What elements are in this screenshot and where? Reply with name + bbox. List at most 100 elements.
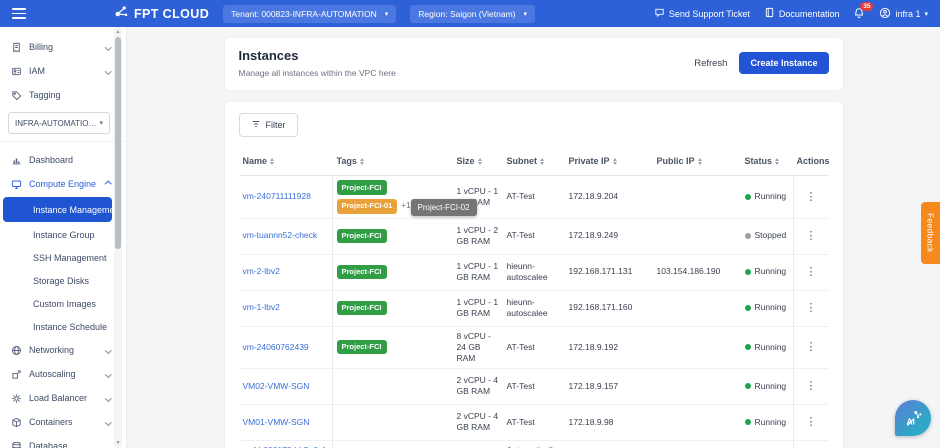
sidebar-item-autoscaling[interactable]: Autoscaling bbox=[0, 362, 126, 386]
feedback-tab[interactable]: Feedback bbox=[921, 202, 940, 264]
row-actions-menu[interactable]: ⋮ bbox=[793, 255, 829, 290]
table-row: vm-2-lbv2 Project-FCI 1 vCPU - 1 GB RAM … bbox=[239, 255, 829, 291]
sidebar-item-tagging[interactable]: Tagging bbox=[0, 83, 126, 107]
subitem-label: Instance Schedule bbox=[33, 322, 107, 332]
column-header-private-ip[interactable]: Private IP bbox=[565, 147, 653, 175]
scroll-up-arrow-icon[interactable]: ▲ bbox=[114, 28, 122, 36]
private-ip-cell: 172.18.9.98 bbox=[565, 413, 653, 432]
sort-icon bbox=[360, 158, 364, 165]
row-actions-menu[interactable]: ⋮ bbox=[793, 405, 829, 440]
column-header-public-ip[interactable]: Public IP bbox=[653, 147, 741, 175]
sort-icon bbox=[613, 158, 617, 165]
tenant-label: Tenant: 000823-INFRA-AUTOMATION bbox=[231, 9, 377, 19]
status-dot bbox=[745, 233, 751, 239]
row-actions-menu[interactable]: ⋮ bbox=[793, 369, 829, 404]
sidebar-item-dashboard[interactable]: Dashboard bbox=[0, 148, 126, 172]
subitem-label: SSH Management bbox=[33, 253, 107, 263]
sidebar-item-label: Networking bbox=[29, 345, 74, 355]
sidebar-item-networking[interactable]: Networking bbox=[0, 338, 126, 362]
row-actions-menu[interactable]: ⋮ bbox=[793, 219, 829, 254]
public-ip-cell bbox=[653, 418, 741, 426]
page-subtitle: Manage all instances within the VPC here bbox=[239, 68, 396, 78]
status-dot bbox=[745, 269, 751, 275]
subnet-cell: hieunn-autoscalee bbox=[503, 257, 565, 287]
instance-name-link[interactable]: vm-1-lbv2 bbox=[239, 291, 333, 326]
user-menu[interactable]: infra 1 ▾ bbox=[879, 7, 928, 21]
column-header-subnet[interactable]: Subnet bbox=[503, 147, 565, 175]
row-actions-menu[interactable]: ⋮ bbox=[793, 291, 829, 326]
notification-count-badge: 35 bbox=[860, 2, 873, 11]
extra-tags-count[interactable]: +1 bbox=[401, 201, 410, 211]
tag-badge: Project-FCI-01 bbox=[337, 199, 398, 214]
public-ip-cell bbox=[653, 193, 741, 201]
sidebar-item-load-balancer[interactable]: Load Balancer bbox=[0, 386, 126, 410]
sidebar-item-label: Billing bbox=[29, 42, 53, 52]
send-support-ticket-link[interactable]: Send Support Ticket bbox=[654, 7, 750, 20]
row-actions-menu[interactable]: ⋮ bbox=[793, 441, 829, 448]
subnet-cell: AT-Test bbox=[503, 187, 565, 206]
sort-icon bbox=[698, 158, 702, 165]
sidebar-subitem-instance-group[interactable]: Instance Group bbox=[0, 223, 126, 246]
column-header-tags[interactable]: Tags bbox=[333, 147, 453, 175]
refresh-button[interactable]: Refresh bbox=[694, 58, 727, 69]
sidebar-item-billing[interactable]: Billing bbox=[0, 35, 126, 59]
ai-assistant-button[interactable]: AI bbox=[895, 400, 931, 436]
row-actions-menu[interactable]: ⋮ bbox=[793, 327, 829, 368]
box-icon bbox=[10, 416, 22, 428]
status-label: Stopped bbox=[755, 230, 787, 241]
tags-cell: Project-FCI bbox=[333, 297, 453, 320]
instance-name-link[interactable]: vm-tuannn52-check bbox=[239, 219, 333, 254]
row-actions-menu[interactable]: ⋮ bbox=[793, 176, 829, 218]
table-row: VM02-VMW-SGN 2 vCPU - 4 GB RAM AT-Test 1… bbox=[239, 369, 829, 405]
status-label: Running bbox=[755, 191, 787, 202]
column-header-status[interactable]: Status bbox=[741, 147, 793, 175]
size-cell: 2 vCPU - 4 GB RAM bbox=[453, 407, 503, 437]
chat-icon bbox=[654, 7, 665, 20]
sidebar-scrollbar[interactable]: ▲ ▼ bbox=[114, 27, 122, 448]
subnet-cell: Automatically created for WAF bbox=[503, 441, 565, 448]
status-label: Running bbox=[755, 266, 787, 277]
size-cell: 1 vCPU - 2 GB RAM bbox=[453, 221, 503, 251]
sidebar-subitem-custom-images[interactable]: Custom Images bbox=[0, 292, 126, 315]
vpc-selector-dropdown[interactable]: INFRA-AUTOMATION-VM... ▾ bbox=[8, 112, 110, 134]
filter-button[interactable]: Filter bbox=[239, 113, 298, 137]
chevron-down-icon: ▾ bbox=[523, 10, 527, 18]
sidebar-subitem-storage-disks[interactable]: Storage Disks bbox=[0, 269, 126, 292]
notifications-bell[interactable]: 35 bbox=[853, 7, 865, 21]
tags-cell: Project-FCI bbox=[333, 261, 453, 284]
subitem-label: Instance Management bbox=[33, 205, 122, 215]
instance-name-link[interactable]: VM02-VMW-SGN bbox=[239, 369, 333, 404]
column-header-size[interactable]: Size bbox=[453, 147, 503, 175]
table-row: vm-1-lbv2 Project-FCI 1 vCPU - 1 GB RAM … bbox=[239, 291, 829, 327]
instance-name-link[interactable]: waf-b688178d-b5e0-455d-9510-9fa6cf037822… bbox=[239, 441, 333, 448]
sidebar-subitem-instance-schedule[interactable]: Instance Schedule bbox=[0, 315, 126, 338]
instance-name-link[interactable]: vm-240711111928 bbox=[239, 176, 333, 218]
instance-name-link[interactable]: vm-24060762439 bbox=[239, 327, 333, 368]
status-label: Running bbox=[755, 381, 787, 392]
sidebar-subitem-instance-management[interactable]: Instance Management bbox=[3, 197, 112, 222]
subnet-cell: AT-Test bbox=[503, 338, 565, 357]
sidebar-subitem-ssh-management[interactable]: SSH Management bbox=[0, 246, 126, 269]
sidebar-item-iam[interactable]: IAM bbox=[0, 59, 126, 83]
sidebar-scrollbar-thumb[interactable] bbox=[115, 37, 121, 249]
tenant-selector[interactable]: Tenant: 000823-INFRA-AUTOMATION ▾ bbox=[223, 5, 396, 23]
menu-hamburger-icon[interactable] bbox=[12, 8, 26, 19]
size-cell: 1 vCPU - 1 GB RAM bbox=[453, 293, 503, 323]
sidebar-item-database[interactable]: Database bbox=[0, 434, 126, 448]
sidebar-item-compute-engine[interactable]: Compute Engine bbox=[0, 172, 126, 196]
documentation-link[interactable]: Documentation bbox=[764, 7, 840, 20]
column-header-name[interactable]: Name bbox=[239, 147, 333, 175]
status-dot bbox=[745, 383, 751, 389]
user-name: infra 1 bbox=[895, 9, 920, 19]
table-row: VM01-VMW-SGN 2 vCPU - 4 GB RAM AT-Test 1… bbox=[239, 405, 829, 441]
book-icon bbox=[764, 7, 775, 20]
sidebar-item-containers[interactable]: Containers bbox=[0, 410, 126, 434]
instance-name-link[interactable]: VM01-VMW-SGN bbox=[239, 405, 333, 440]
scroll-down-arrow-icon[interactable]: ▼ bbox=[114, 439, 122, 447]
page-title: Instances bbox=[239, 48, 396, 63]
region-selector[interactable]: Region: Saigon (Vietnam) ▾ bbox=[410, 5, 535, 23]
public-ip-cell bbox=[653, 304, 741, 312]
create-instance-button[interactable]: Create Instance bbox=[739, 52, 828, 74]
instance-name-link[interactable]: vm-2-lbv2 bbox=[239, 255, 333, 290]
chevron-down-icon bbox=[105, 44, 111, 50]
